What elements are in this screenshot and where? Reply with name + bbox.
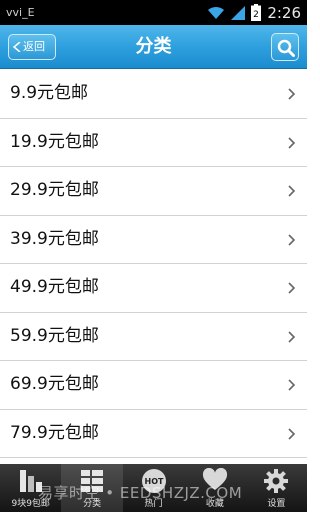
chevron-right-icon — [288, 185, 296, 197]
list-item-label: 69.9元包邮 — [10, 374, 99, 394]
chevron-right-icon — [288, 136, 296, 149]
list-item[interactable]: 79.9元包邮 — [0, 409, 307, 458]
list-item-label: 9.9元包邮 — [10, 83, 89, 103]
tab-hot[interactable]: HOT 热门 — [123, 464, 184, 512]
back-button[interactable]: 返回 — [8, 34, 56, 60]
heart-icon — [202, 468, 227, 490]
tab-label: 收藏 — [205, 499, 224, 509]
list-item-label: 79.9元包邮 — [10, 422, 99, 443]
search-button[interactable] — [271, 33, 299, 61]
list-item-label: 39.9元包邮 — [10, 228, 99, 249]
hot-icon: HOT — [141, 469, 166, 493]
battery-icon: 2 — [251, 4, 262, 21]
list-item[interactable]: 39.9元包邮 — [0, 215, 307, 264]
svg-text:2: 2 — [253, 10, 259, 20]
chevron-right-icon — [288, 379, 296, 391]
gear-icon — [264, 469, 289, 493]
signal-icon — [231, 5, 246, 20]
category-list: 9.9元包邮 19.9元包邮 29.9元包邮 39.9元包邮 49.9元包邮 5… — [0, 70, 307, 458]
back-button-label: 返回 — [23, 40, 45, 53]
tab-label: 分类 — [83, 499, 102, 509]
list-item-label: 29.9元包邮 — [10, 180, 99, 200]
tab-label: 设置 — [267, 499, 286, 509]
chevron-right-icon — [288, 427, 296, 440]
chevron-right-icon — [288, 330, 296, 343]
tab-categories[interactable]: 分类 — [61, 464, 123, 512]
list-item[interactable]: 9.9元包邮 — [0, 70, 307, 119]
status-bar: vvi_E 2 2:26 — [0, 0, 307, 25]
title-bar: 返回 分类 — [0, 25, 307, 69]
system-icons: 2 2:26 — [207, 3, 301, 22]
search-icon — [277, 39, 295, 57]
tab-settings[interactable]: 设置 — [246, 464, 307, 512]
tab-label: 热门 — [144, 499, 163, 509]
wifi-icon — [208, 6, 225, 19]
list-item[interactable]: 29.9元包邮 — [0, 167, 307, 216]
tab-9kuai9[interactable]: 9块9包邮 — [0, 464, 61, 512]
back-arrow-icon — [13, 42, 21, 52]
chevron-right-icon — [288, 88, 296, 100]
list-item[interactable]: 59.9元包邮 — [0, 312, 307, 361]
list-item[interactable]: 49.9元包邮 — [0, 264, 307, 313]
list-item-label: 19.9元包邮 — [10, 131, 99, 152]
tab-favorites[interactable]: 收藏 — [184, 464, 245, 512]
list-item[interactable]: 19.9元包邮 — [0, 118, 307, 167]
notification-icon: vvi_E — [6, 6, 35, 19]
chevron-right-icon — [288, 233, 296, 246]
list-item-label: 59.9元包邮 — [10, 325, 99, 346]
list-item[interactable]: 69.9元包邮 — [0, 361, 307, 410]
clock: 2:26 — [267, 3, 301, 22]
list-icon — [81, 470, 104, 492]
svg-text:HOT: HOT — [144, 477, 163, 486]
chevron-right-icon — [288, 282, 296, 294]
svg-text:vvi_E: vvi_E — [6, 6, 35, 19]
list-item-label: 49.9元包邮 — [10, 277, 99, 297]
bottom-tab-bar: 9块9包邮 分类 HOT 热门 收藏 设置 — [0, 464, 307, 512]
grid-icon — [19, 470, 42, 492]
tab-label: 9块9包邮 — [11, 499, 50, 509]
